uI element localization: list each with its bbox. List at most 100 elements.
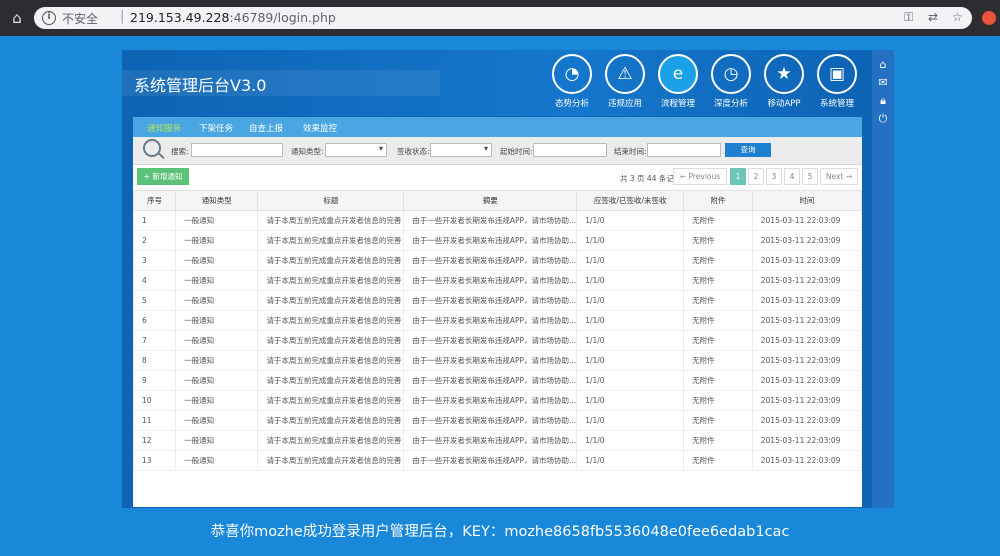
address-bar[interactable]: i 不安全 | 219.153.49.228:46789/login.php ⚿… <box>34 7 972 29</box>
cell-type: 一般通知 <box>175 410 259 431</box>
side-rail: ⌂ ✉ 🔒︎ ⏻ <box>872 50 894 508</box>
cell-type: 一般通知 <box>175 330 259 351</box>
cell-attachment: 无附件 <box>683 330 753 351</box>
nav-deep-analysis[interactable]: ◷ 深度分析 <box>706 54 756 109</box>
nav-situation-analysis[interactable]: ◔ 态势分析 <box>547 54 597 109</box>
cell-signoff: 1/1/0 <box>576 310 685 331</box>
cell-attachment: 无附件 <box>683 210 753 231</box>
power-icon[interactable]: ⏻ <box>876 112 890 126</box>
cell-title: 请于本周五前完成重点开发者信息的完善 <box>257 210 405 231</box>
extension-icon[interactable] <box>982 11 996 25</box>
nav-label: 违规应用 <box>607 99 642 109</box>
cell-summary: 由于一些开发者长期发布违规APP，请市场协助... <box>403 430 578 451</box>
start-time-input[interactable] <box>533 143 607 157</box>
page-2[interactable]: 2 <box>748 168 764 185</box>
translate-icon[interactable]: ⇄ <box>928 10 938 24</box>
cell-time: 2015-03-11 22:03:09 <box>751 310 863 331</box>
table-row[interactable]: 10 一般通知 请于本周五前完成重点开发者信息的完善 由于一些开发者长期发布违规APP… <box>132 390 863 411</box>
query-button[interactable]: 查询 <box>725 143 771 157</box>
cell-type: 一般通知 <box>175 430 259 451</box>
cell-type: 一般通知 <box>175 210 259 231</box>
end-time-label: 结束时间: <box>614 147 647 156</box>
cell-attachment: 无附件 <box>683 430 753 451</box>
nav-system-management[interactable]: ▣ 系统管理 <box>812 54 862 109</box>
next-button[interactable]: Next → <box>820 168 858 185</box>
tab-bar: 通知服务 下架任务 自查上报 效果监控 <box>133 117 862 137</box>
type-select[interactable] <box>325 143 387 157</box>
url-port: :46789/login.php <box>229 10 336 25</box>
monitor-icon: ▣ <box>817 54 857 94</box>
table-row[interactable]: 8 一般通知 请于本周五前完成重点开发者信息的完善 由于一些开发者长期发布违规APP，… <box>132 350 863 371</box>
lock-icon[interactable]: 🔒︎ <box>876 94 890 108</box>
tab-takedown-tasks[interactable]: 下架任务 <box>199 122 233 134</box>
cell-time: 2015-03-11 22:03:09 <box>751 350 863 371</box>
tab-effect-monitoring[interactable]: 效果监控 <box>303 122 337 134</box>
table-row[interactable]: 7 一般通知 请于本周五前完成重点开发者信息的完善 由于一些开发者长期发布违规APP，… <box>132 330 863 351</box>
status-label: 签收状态: <box>397 147 430 156</box>
table-row[interactable]: 12 一般通知 请于本周五前完成重点开发者信息的完善 由于一些开发者长期发布违规APP… <box>132 430 863 451</box>
nav-label: 态势分析 <box>554 99 589 109</box>
add-notification-button[interactable]: + 新增通知 <box>137 168 189 185</box>
cell-index: 4 <box>132 270 177 291</box>
cell-signoff: 1/1/0 <box>576 230 685 251</box>
nav-mobile-app[interactable]: ★ 移动APP <box>759 54 809 109</box>
nav-process-management[interactable]: e 流程管理 <box>653 54 703 109</box>
page-5[interactable]: 5 <box>802 168 818 185</box>
cell-signoff: 1/1/0 <box>576 430 685 451</box>
tab-notification-service[interactable]: 通知服务 <box>147 122 181 134</box>
url-text[interactable]: 219.153.49.228:46789/login.php <box>130 10 336 25</box>
cell-time: 2015-03-11 22:03:09 <box>751 250 863 271</box>
cell-time: 2015-03-11 22:03:09 <box>751 390 863 411</box>
status-select[interactable] <box>430 143 492 157</box>
cell-title: 请于本周五前完成重点开发者信息的完善 <box>257 290 405 311</box>
key-icon[interactable]: ⚿ <box>904 10 913 25</box>
cell-type: 一般通知 <box>175 250 259 271</box>
nav-label: 流程管理 <box>660 99 695 109</box>
nav-violation-apps[interactable]: ⚠ 违规应用 <box>600 54 650 109</box>
cell-title: 请于本周五前完成重点开发者信息的完善 <box>257 330 405 351</box>
cell-summary: 由于一些开发者长期发布违规APP，请市场协助... <box>403 270 578 291</box>
cell-attachment: 无附件 <box>683 350 753 371</box>
address-separator: | <box>120 9 125 24</box>
magnifier-icon <box>143 139 161 157</box>
browser-e-icon: e <box>658 54 698 94</box>
cell-title: 请于本周五前完成重点开发者信息的完善 <box>257 410 405 431</box>
table-row[interactable]: 11 一般通知 请于本周五前完成重点开发者信息的完善 由于一些开发者长期发布违规APP… <box>132 410 863 431</box>
cell-index: 13 <box>132 450 177 471</box>
star-bookmark-icon[interactable]: ☆ <box>952 10 963 24</box>
table-row[interactable]: 9 一般通知 请于本周五前完成重点开发者信息的完善 由于一些开发者长期发布违规APP，… <box>132 370 863 391</box>
cell-attachment: 无附件 <box>683 410 753 431</box>
table-row[interactable]: 2 一般通知 请于本周五前完成重点开发者信息的完善 由于一些开发者长期发布违规APP，… <box>132 230 863 251</box>
page-3[interactable]: 3 <box>766 168 782 185</box>
cell-signoff: 1/1/0 <box>576 450 685 471</box>
search-input[interactable] <box>191 143 283 157</box>
tab-self-report[interactable]: 自查上报 <box>249 122 283 134</box>
previous-button[interactable]: ← Previous <box>673 168 727 185</box>
page-4[interactable]: 4 <box>784 168 800 185</box>
table-row[interactable]: 4 一般通知 请于本周五前完成重点开发者信息的完善 由于一些开发者长期发布违规APP，… <box>132 270 863 291</box>
cell-title: 请于本周五前完成重点开发者信息的完善 <box>257 350 405 371</box>
cell-signoff: 1/1/0 <box>576 370 685 391</box>
mail-icon[interactable]: ✉ <box>876 76 890 90</box>
cell-signoff: 1/1/0 <box>576 290 685 311</box>
home-icon[interactable]: ⌂ <box>876 58 890 72</box>
col-attachment: 附件 <box>683 190 753 211</box>
table-row[interactable]: 3 一般通知 请于本周五前完成重点开发者信息的完善 由于一些开发者长期发布违规APP，… <box>132 250 863 271</box>
table-row[interactable]: 6 一般通知 请于本周五前完成重点开发者信息的完善 由于一些开发者长期发布违规APP，… <box>132 310 863 331</box>
cell-time: 2015-03-11 22:03:09 <box>751 330 863 351</box>
table-row[interactable]: 1 一般通知 请于本周五前完成重点开发者信息的完善 由于一些开发者长期发布违规APP，… <box>132 210 863 231</box>
end-time-input[interactable] <box>647 143 721 157</box>
cell-type: 一般通知 <box>175 270 259 291</box>
page-1[interactable]: 1 <box>730 168 746 185</box>
table-row[interactable]: 13 一般通知 请于本周五前完成重点开发者信息的完善 由于一些开发者长期发布违规APP… <box>132 450 863 471</box>
cell-time: 2015-03-11 22:03:09 <box>751 410 863 431</box>
search-row: 搜索: 通知类型: 签收状态: 起始时间: 结束时间: 查询 <box>133 137 862 165</box>
cell-index: 9 <box>132 370 177 391</box>
cell-title: 请于本周五前完成重点开发者信息的完善 <box>257 270 405 291</box>
info-icon[interactable]: i <box>42 11 56 25</box>
table-row[interactable]: 5 一般通知 请于本周五前完成重点开发者信息的完善 由于一些开发者长期发布违规APP，… <box>132 290 863 311</box>
cell-title: 请于本周五前完成重点开发者信息的完善 <box>257 230 405 251</box>
cell-title: 请于本周五前完成重点开发者信息的完善 <box>257 450 405 471</box>
cell-type: 一般通知 <box>175 450 259 471</box>
home-icon[interactable]: ⌂ <box>8 9 26 27</box>
